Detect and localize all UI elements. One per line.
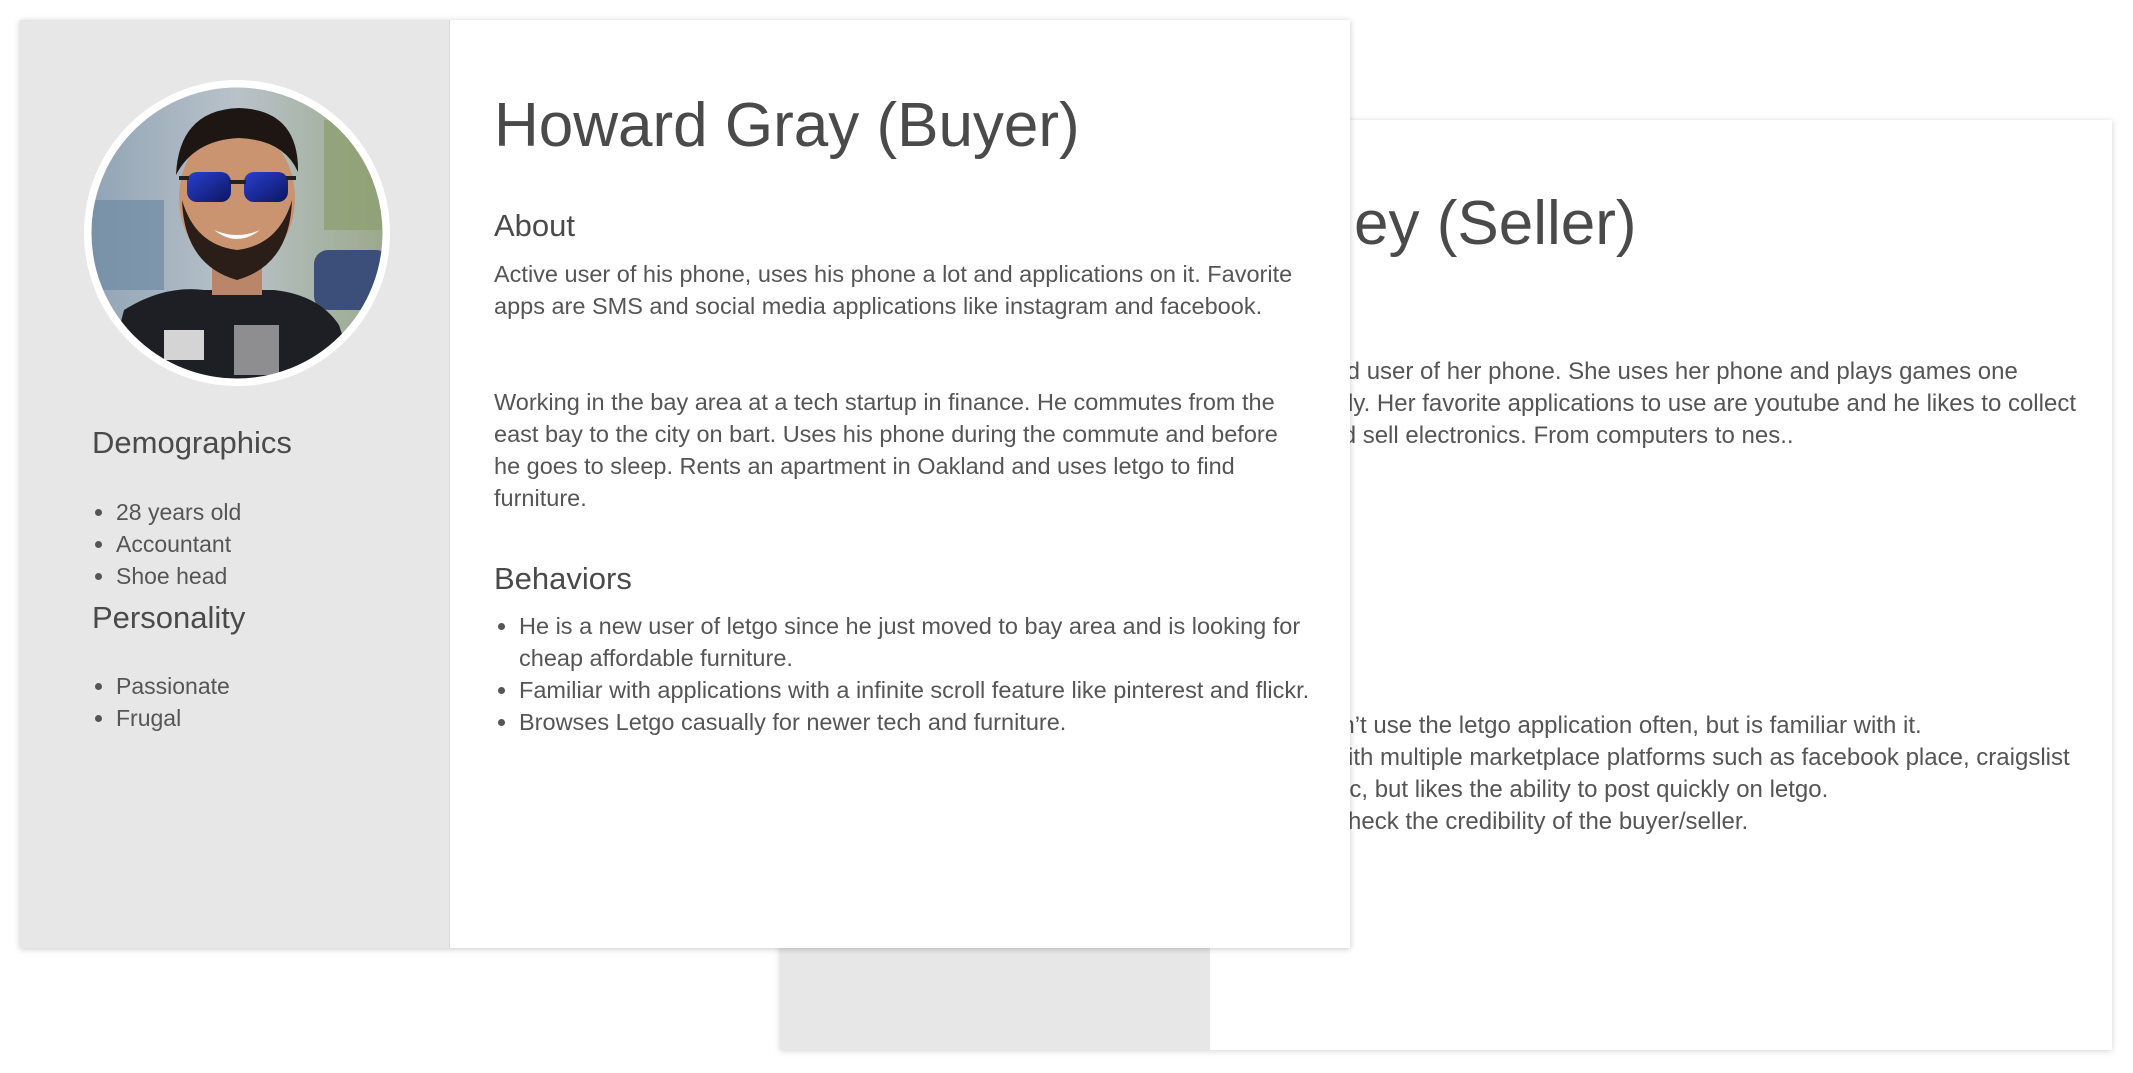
about-paragraph: Working in the bay area at a tech startu… (494, 389, 1278, 511)
list-item: esn’t use the letgo application often, b… (1316, 712, 1922, 739)
list-item: Familiar with applications with a infini… (519, 674, 1339, 706)
behaviors-heading: Behaviors (494, 561, 632, 596)
seller-behaviors-list: esn’t use the letgo application often, b… (1316, 710, 2086, 838)
list-item: o check the credibility of the buyer/sel… (1316, 808, 1749, 835)
list-item: Accountant (116, 528, 416, 560)
list-item: Frugal (116, 702, 416, 734)
about-paragraph: Active user of his phone, uses his phone… (494, 261, 1293, 319)
list-item: Shoe head (116, 560, 416, 592)
personality-list: Passionate Frugal (92, 670, 416, 734)
list-item: Browses Letgo casually for newer tech an… (519, 706, 1339, 738)
personality-heading: Personality (92, 600, 246, 635)
avatar-photo (84, 80, 390, 386)
avatar (84, 80, 390, 386)
buyer-persona-card: Demographics 28 years old Accountant Sho… (20, 20, 1350, 948)
list-item: Passionate (116, 670, 416, 702)
seller-about-text: avid user of her phone. She uses her pho… (1316, 358, 2076, 449)
page-title: Howard Gray (Buyer) (494, 91, 1080, 160)
demographics-list: 28 years old Accountant Shoe head (92, 496, 416, 592)
demographics-heading: Demographics (92, 425, 292, 460)
list-item: r with multiple marketplace platforms su… (1316, 744, 2070, 803)
list-item: 28 years old (116, 496, 416, 528)
about-heading: About (494, 208, 576, 243)
behaviors-list: He is a new user of letgo since he just … (494, 610, 1339, 738)
buyer-sidebar: Demographics 28 years old Accountant Sho… (20, 20, 450, 948)
list-item: He is a new user of letgo since he just … (519, 610, 1339, 674)
